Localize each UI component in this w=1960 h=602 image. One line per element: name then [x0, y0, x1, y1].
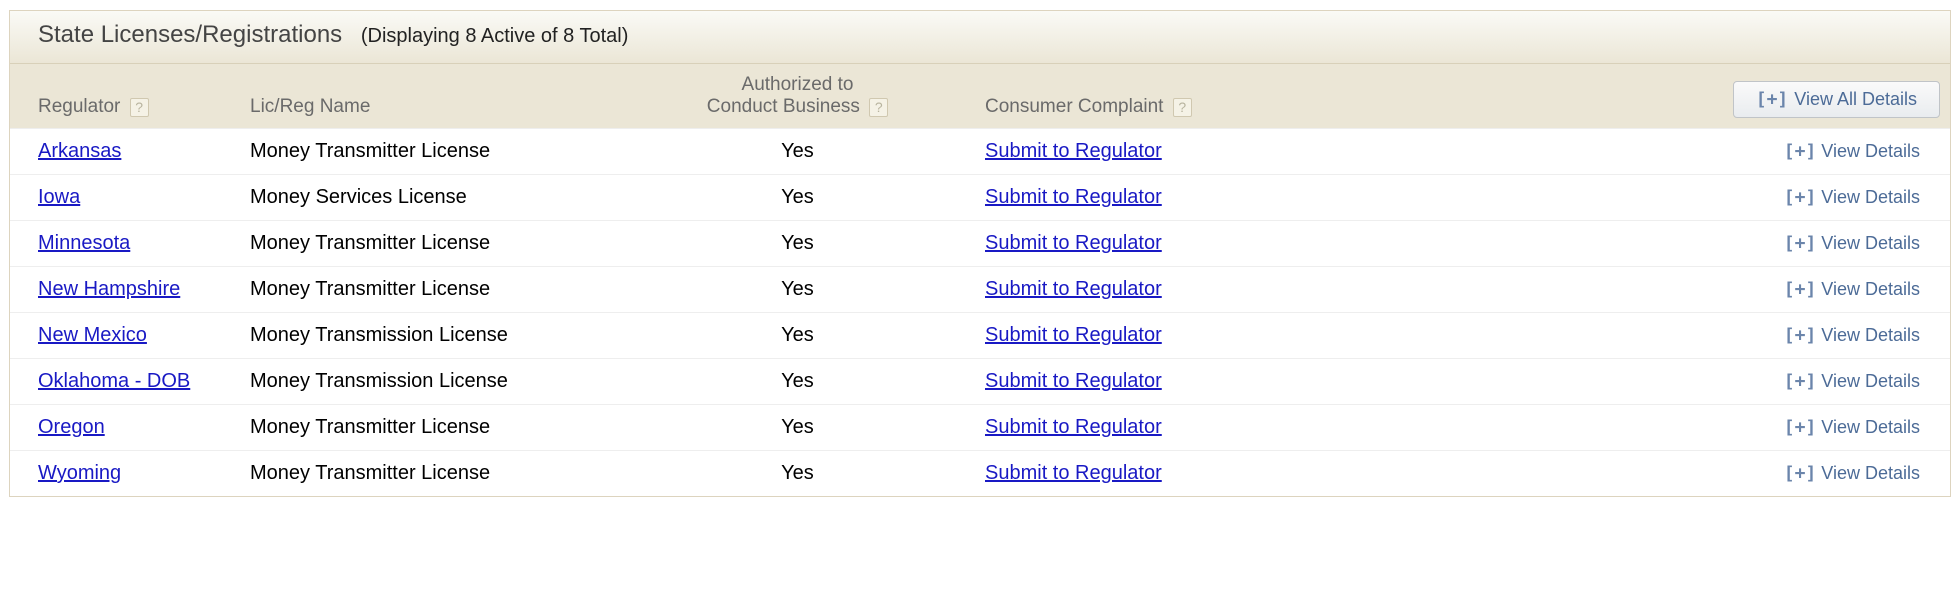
regulator-link[interactable]: Arkansas	[38, 140, 121, 162]
view-all-label: View All Details	[1794, 89, 1917, 110]
view-details-link[interactable]: [+]View Details	[1784, 463, 1940, 484]
view-details-label: View Details	[1821, 371, 1920, 392]
col-authorized: Authorized to Conduct Business ?	[620, 64, 975, 129]
regulator-link[interactable]: Iowa	[38, 186, 80, 208]
lic-name-cell: Money Services License	[240, 175, 620, 221]
expand-icon: [+]	[1756, 89, 1789, 110]
submit-complaint-link[interactable]: Submit to Regulator	[985, 416, 1162, 438]
submit-complaint-link[interactable]: Submit to Regulator	[985, 370, 1162, 392]
table-row: Minnesota Money Transmitter LicenseYes Sub…	[10, 221, 1950, 267]
regulator-link[interactable]: Oklahoma - DOB	[38, 370, 190, 392]
lic-name-cell: Money Transmitter License	[240, 451, 620, 497]
help-icon[interactable]: ?	[869, 98, 888, 117]
expand-icon: [+]	[1784, 279, 1817, 300]
table-header-row: Regulator ? Lic/Reg Name Authorized to C…	[10, 64, 1950, 129]
authorized-cell: Yes	[620, 405, 975, 451]
authorized-cell: Yes	[620, 359, 975, 405]
view-details-label: View Details	[1821, 233, 1920, 254]
expand-icon: [+]	[1784, 141, 1817, 162]
expand-icon: [+]	[1784, 187, 1817, 208]
help-icon[interactable]: ?	[1173, 98, 1192, 117]
view-all-details-button[interactable]: [+] View All Details	[1733, 81, 1940, 118]
authorized-cell: Yes	[620, 267, 975, 313]
table-row: Iowa Money Services LicenseYes Submit to R…	[10, 175, 1950, 221]
col-complaint-label: Consumer Complaint	[985, 96, 1163, 117]
view-details-label: View Details	[1821, 141, 1920, 162]
licenses-panel: State Licenses/Registrations (Displaying…	[9, 10, 1951, 497]
panel-header: State Licenses/Registrations (Displaying…	[10, 11, 1950, 63]
view-details-link[interactable]: [+]View Details	[1784, 279, 1940, 300]
lic-name-cell: Money Transmitter License	[240, 129, 620, 175]
licenses-table: Regulator ? Lic/Reg Name Authorized to C…	[10, 63, 1950, 496]
submit-complaint-link[interactable]: Submit to Regulator	[985, 324, 1162, 346]
table-row: Wyoming Money Transmitter LicenseYes Submi…	[10, 451, 1950, 497]
view-details-label: View Details	[1821, 417, 1920, 438]
table-row: New Hampshire Money Transmitter LicenseYe…	[10, 267, 1950, 313]
authorized-cell: Yes	[620, 313, 975, 359]
view-details-link[interactable]: [+]View Details	[1784, 417, 1940, 438]
expand-icon: [+]	[1784, 463, 1817, 484]
help-icon[interactable]: ?	[130, 98, 149, 117]
table-row: Arkansas Money Transmitter LicenseYes Subm…	[10, 129, 1950, 175]
regulator-link[interactable]: Oregon	[38, 416, 105, 438]
col-actions: [+] View All Details	[1325, 64, 1950, 129]
expand-icon: [+]	[1784, 325, 1817, 346]
regulator-link[interactable]: New Hampshire	[38, 278, 180, 300]
table-row: Oregon Money Transmitter LicenseYes Submit…	[10, 405, 1950, 451]
view-details-link[interactable]: [+]View Details	[1784, 187, 1940, 208]
panel-title: State Licenses/Registrations	[38, 21, 342, 48]
lic-name-cell: Money Transmission License	[240, 359, 620, 405]
table-body: ArkansasMoney Transmitter LicenseYesSubm…	[10, 129, 1950, 497]
expand-icon: [+]	[1784, 371, 1817, 392]
regulator-link[interactable]: New Mexico	[38, 324, 147, 346]
view-details-link[interactable]: [+]View Details	[1784, 371, 1940, 392]
submit-complaint-link[interactable]: Submit to Regulator	[985, 462, 1162, 484]
authorized-cell: Yes	[620, 221, 975, 267]
col-lic-name: Lic/Reg Name	[240, 64, 620, 129]
col-complaint: Consumer Complaint ?	[975, 64, 1325, 129]
authorized-cell: Yes	[620, 451, 975, 497]
col-authorized-line1: Authorized to	[742, 74, 854, 95]
lic-name-cell: Money Transmitter License	[240, 405, 620, 451]
col-authorized-line2: Conduct Business	[707, 96, 860, 117]
submit-complaint-link[interactable]: Submit to Regulator	[985, 140, 1162, 162]
expand-icon: [+]	[1784, 233, 1817, 254]
submit-complaint-link[interactable]: Submit to Regulator	[985, 232, 1162, 254]
lic-name-cell: Money Transmission License	[240, 313, 620, 359]
submit-complaint-link[interactable]: Submit to Regulator	[985, 186, 1162, 208]
view-details-link[interactable]: [+]View Details	[1784, 325, 1940, 346]
col-regulator: Regulator ?	[10, 64, 240, 129]
authorized-cell: Yes	[620, 129, 975, 175]
regulator-link[interactable]: Minnesota	[38, 232, 130, 254]
view-details-label: View Details	[1821, 187, 1920, 208]
lic-name-cell: Money Transmitter License	[240, 221, 620, 267]
expand-icon: [+]	[1784, 417, 1817, 438]
regulator-link[interactable]: Wyoming	[38, 462, 121, 484]
view-details-label: View Details	[1821, 325, 1920, 346]
view-details-link[interactable]: [+]View Details	[1784, 233, 1940, 254]
view-details-label: View Details	[1821, 279, 1920, 300]
col-regulator-label: Regulator	[38, 96, 120, 117]
table-row: Oklahoma - DOB Money Transmission License…	[10, 359, 1950, 405]
submit-complaint-link[interactable]: Submit to Regulator	[985, 278, 1162, 300]
view-details-link[interactable]: [+]View Details	[1784, 141, 1940, 162]
table-row: New Mexico Money Transmission LicenseYes S…	[10, 313, 1950, 359]
view-details-label: View Details	[1821, 463, 1920, 484]
authorized-cell: Yes	[620, 175, 975, 221]
panel-count: (Displaying 8 Active of 8 Total)	[361, 25, 629, 47]
lic-name-cell: Money Transmitter License	[240, 267, 620, 313]
